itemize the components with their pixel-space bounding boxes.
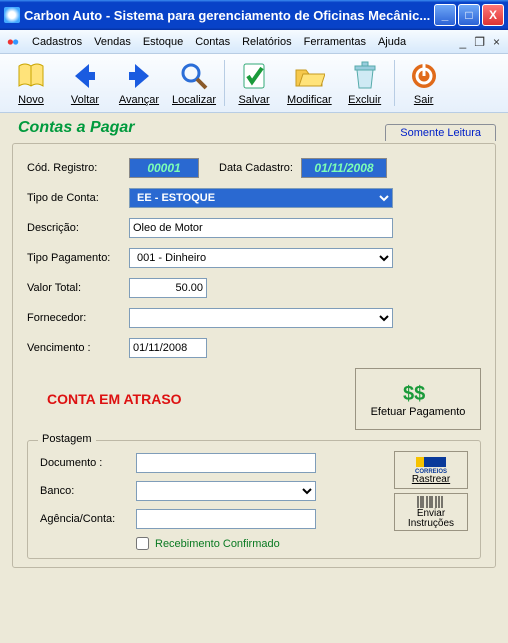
toolbar-sair-label: Sair bbox=[414, 94, 434, 106]
tipo-conta-label: Tipo de Conta: bbox=[27, 192, 129, 204]
agencia-label: Agência/Conta: bbox=[40, 513, 136, 525]
window-close-button[interactable]: X bbox=[482, 4, 504, 26]
agencia-input[interactable] bbox=[136, 509, 316, 529]
barcode-icon bbox=[416, 495, 446, 509]
app-icon bbox=[4, 7, 20, 23]
vencimento-label: Vencimento : bbox=[27, 342, 129, 354]
enviar-instrucoes-button[interactable]: Enviar Instruções bbox=[394, 493, 468, 531]
vencimento-input[interactable] bbox=[129, 338, 207, 358]
toolbar-excluir-button[interactable]: Excluir bbox=[338, 58, 392, 108]
descricao-input[interactable] bbox=[129, 218, 393, 238]
fornecedor-label: Fornecedor: bbox=[27, 312, 129, 324]
toolbar-voltar-button[interactable]: Voltar bbox=[58, 58, 112, 108]
menu-ajuda[interactable]: Ajuda bbox=[378, 36, 406, 48]
power-icon bbox=[408, 60, 440, 92]
data-cadastro-label: Data Cadastro: bbox=[219, 162, 293, 174]
menu-cadastros[interactable]: Cadastros bbox=[32, 36, 82, 48]
window-titlebar: Carbon Auto - Sistema para gerenciamento… bbox=[0, 0, 508, 30]
menu-ferramentas[interactable]: Ferramentas bbox=[304, 36, 366, 48]
money-icon: $$ bbox=[401, 380, 435, 406]
cod-registro-label: Cód. Registro: bbox=[27, 162, 129, 174]
toolbar-salvar-button[interactable]: Salvar bbox=[227, 58, 281, 108]
postagem-groupbox: Postagem Documento : Banco: Agência/Cont… bbox=[27, 440, 481, 559]
efetuar-pagamento-button[interactable]: $$ Efetuar Pagamento bbox=[355, 368, 481, 430]
documento-label: Documento : bbox=[40, 457, 136, 469]
mdi-close-button[interactable]: × bbox=[491, 35, 502, 49]
window-title: Carbon Auto - Sistema para gerenciamento… bbox=[24, 8, 434, 23]
menu-estoque[interactable]: Estoque bbox=[143, 36, 183, 48]
toolbar: Novo Voltar Avançar Localizar Salvar Mod… bbox=[0, 54, 508, 113]
toolbar-voltar-label: Voltar bbox=[71, 94, 99, 106]
efetuar-pagamento-label: Efetuar Pagamento bbox=[371, 406, 466, 418]
valor-total-label: Valor Total: bbox=[27, 282, 129, 294]
toolbar-avancar-label: Avançar bbox=[119, 94, 159, 106]
arrow-right-icon bbox=[123, 60, 155, 92]
toolbar-sair-button[interactable]: Sair bbox=[397, 58, 451, 108]
recebimento-checkbox[interactable] bbox=[136, 537, 149, 550]
tipo-pagamento-label: Tipo Pagamento: bbox=[27, 252, 129, 264]
page-title: Contas a Pagar bbox=[12, 119, 140, 137]
mdi-minimize-button[interactable]: _ bbox=[458, 35, 469, 49]
toolbar-novo-button[interactable]: Novo bbox=[4, 58, 58, 108]
arrow-left-icon bbox=[69, 60, 101, 92]
cod-registro-value: 00001 bbox=[129, 158, 199, 178]
correios-icon bbox=[416, 455, 446, 469]
banco-select[interactable] bbox=[136, 481, 316, 501]
banco-label: Banco: bbox=[40, 485, 136, 497]
descricao-label: Descrição: bbox=[27, 222, 129, 234]
tipo-pagamento-select[interactable]: 001 - Dinheiro bbox=[129, 248, 393, 268]
toolbar-separator-2 bbox=[394, 60, 395, 106]
toolbar-modificar-label: Modificar bbox=[287, 94, 332, 106]
search-icon bbox=[178, 60, 210, 92]
window-maximize-button[interactable]: □ bbox=[458, 4, 480, 26]
svg-text:$$: $$ bbox=[403, 383, 425, 405]
book-icon bbox=[15, 60, 47, 92]
toolbar-localizar-button[interactable]: Localizar bbox=[166, 58, 222, 108]
recebimento-label: Recebimento Confirmado bbox=[155, 538, 280, 550]
menubar: Cadastros Vendas Estoque Contas Relatóri… bbox=[0, 30, 508, 54]
toolbar-separator bbox=[224, 60, 225, 106]
window-minimize-button[interactable]: _ bbox=[434, 4, 456, 26]
trash-icon bbox=[349, 60, 381, 92]
valor-total-input[interactable] bbox=[129, 278, 207, 298]
fornecedor-select[interactable] bbox=[129, 308, 393, 328]
menu-decorative-icon bbox=[6, 35, 20, 49]
data-cadastro-value: 01/11/2008 bbox=[301, 158, 387, 178]
mdi-restore-button[interactable]: ❐ bbox=[472, 35, 487, 49]
toolbar-modificar-button[interactable]: Modificar bbox=[281, 58, 338, 108]
menu-vendas[interactable]: Vendas bbox=[94, 36, 131, 48]
rastrear-button[interactable]: CORREIOS Rastrear bbox=[394, 451, 468, 489]
toolbar-excluir-label: Excluir bbox=[348, 94, 381, 106]
folder-open-icon bbox=[293, 60, 325, 92]
menu-relatorios[interactable]: Relatórios bbox=[242, 36, 292, 48]
tipo-conta-select[interactable]: EE - ESTOQUE bbox=[129, 188, 393, 208]
postagem-title: Postagem bbox=[38, 433, 96, 445]
client-area: Contas a Pagar Somente Leitura Cód. Regi… bbox=[0, 113, 508, 643]
documento-input[interactable] bbox=[136, 453, 316, 473]
menu-contas[interactable]: Contas bbox=[195, 36, 230, 48]
check-note-icon bbox=[238, 60, 270, 92]
toolbar-localizar-label: Localizar bbox=[172, 94, 216, 106]
instrucoes-label: Instruções bbox=[408, 519, 454, 530]
rastrear-label: Rastrear bbox=[412, 475, 450, 486]
main-frame: Cód. Registro: 00001 Data Cadastro: 01/1… bbox=[12, 143, 496, 568]
readonly-tab[interactable]: Somente Leitura bbox=[385, 124, 496, 141]
toolbar-salvar-label: Salvar bbox=[238, 94, 269, 106]
alert-overdue-text: CONTA EM ATRASO bbox=[27, 391, 355, 407]
toolbar-novo-label: Novo bbox=[18, 94, 44, 106]
toolbar-avancar-button[interactable]: Avançar bbox=[112, 58, 166, 108]
